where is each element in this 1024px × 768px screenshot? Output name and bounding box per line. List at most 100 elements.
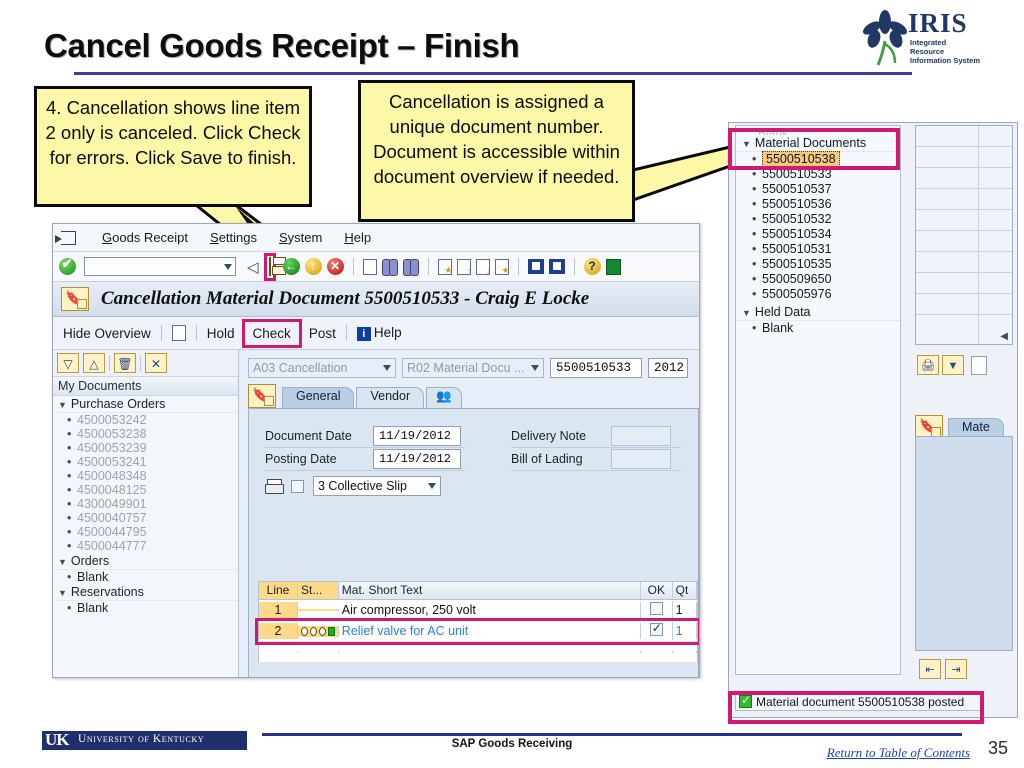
document-number-field[interactable]: 5500510533 [550,358,642,378]
tab-partner[interactable]: 👥 [426,387,462,408]
grid-row [916,168,1012,189]
document-year-field[interactable]: 2012 [648,358,688,378]
tree-item-selected[interactable]: 5500510538 [736,151,900,167]
reference-doc-select[interactable]: R02 Material Docu ... [402,358,544,378]
cell-line: 1 [259,602,298,618]
delete-icon[interactable]: 🗑 [114,353,136,373]
tree-item[interactable]: 5500510533 [736,167,900,182]
tree-group-held-data[interactable]: ▼ Held Data [736,304,900,321]
table-row[interactable]: 2 Relief valve for AC unit 1 [255,618,699,645]
chevron-down-icon[interactable] [224,264,232,270]
first-page-icon[interactable]: ★ [437,258,453,275]
toolbar-divider [352,258,354,275]
return-to-toc-link[interactable]: Return to Table of Contents [827,745,970,761]
save-icon[interactable] [268,256,271,276]
tree-item[interactable]: 5500510532 [736,212,900,227]
import-icon[interactable]: ⇤ [919,659,941,679]
tree-item[interactable]: 4500040757 [53,511,238,525]
last-page-icon[interactable]: ★ [494,258,510,275]
check-button[interactable]: Check [241,318,302,348]
window-menu-icon[interactable] [55,230,76,245]
menu-system[interactable]: System [279,230,322,245]
tree-header-label: My Documents [53,376,238,396]
delivery-note-field[interactable] [611,426,671,446]
document-overview-tree: ▽ △ 🗑 ✕ My Documents ▼Purchase Orders 45… [53,350,239,677]
back-arrow-icon[interactable]: ◁ [247,258,259,276]
tree-item[interactable]: 4500053238 [53,427,238,441]
bookmark-icon[interactable]: 🔖 [61,287,89,311]
tab-general[interactable]: General [282,387,355,408]
scroll-left-icon[interactable]: ◀ [1000,331,1008,342]
hide-overview-button[interactable]: Hide Overview [63,326,151,341]
tree-item[interactable]: 4500048125 [53,483,238,497]
bill-of-lading-field[interactable] [611,449,671,469]
tree-item[interactable]: Blank [53,570,238,584]
ok-checkbox[interactable] [649,622,663,636]
expand-all-icon[interactable]: ▽ [57,353,79,373]
cell-ok[interactable] [641,601,673,619]
exit-green-icon[interactable]: ← [282,258,300,275]
tree-item[interactable]: 5500510537 [736,182,900,197]
print-icon[interactable]: 🖨 [917,355,939,375]
menu-help[interactable]: Help [344,230,371,245]
tree-item[interactable]: 4500044777 [53,539,238,553]
tab-vendor[interactable]: Vendor [356,387,425,408]
export-icon[interactable]: ⇥ [945,659,967,679]
posting-date-field[interactable]: 11/19/2012 [373,449,461,469]
collapse-all-icon[interactable]: △ [83,353,105,373]
back-yellow-icon[interactable]: ↑ [304,258,322,275]
next-page-icon[interactable]: ↓ [475,258,491,276]
document-date-field[interactable]: 11/19/2012 [373,426,461,446]
document-date-label: Document Date [265,429,352,443]
tree-item[interactable]: 5500505976 [736,287,900,302]
tree-item[interactable]: 4500053239 [53,441,238,455]
tree-item[interactable]: 4500044795 [53,525,238,539]
movement-type-select[interactable]: A03 Cancellation [248,358,396,378]
tree-item[interactable]: Blank [736,321,900,336]
help-icon[interactable] [583,258,601,275]
tree-item[interactable]: 5500509650 [736,272,900,287]
table-row[interactable]: 1 Air compressor, 250 volt 1 [258,600,698,621]
enter-check-icon[interactable] [59,256,76,275]
previous-page-icon[interactable]: ↑ [456,258,472,276]
help-button[interactable]: i Help [356,325,402,341]
find-icon[interactable] [381,259,398,276]
tree-group-orders[interactable]: ▼ Orders [53,553,238,570]
sap-gui-window: GGoods Receiptoods Receipt Settings Syst… [52,223,700,678]
new-document-icon[interactable] [171,325,186,341]
find-next-icon[interactable] [402,259,419,276]
info-icon: i [356,327,371,341]
close-icon[interactable]: ✕ [145,353,167,373]
general-tab-panel: Document Date 11/19/2012 Posting Date 11… [248,408,699,677]
cell-ok[interactable] [641,622,673,640]
print-icon[interactable] [362,258,377,275]
hold-button[interactable]: Hold [207,326,235,341]
menu-goods-receipt[interactable]: GGoods Receiptoods Receipt [102,230,188,245]
cancel-red-icon[interactable]: ✕ [326,258,344,275]
tree-item[interactable]: 5500510534 [736,227,900,242]
post-button[interactable]: Post [309,326,336,341]
tree-group-purchase-orders[interactable]: ▼ Purchase Orders [53,396,238,413]
table-row[interactable] [258,642,698,663]
layout-menu-icon[interactable] [605,258,621,275]
ok-checkbox[interactable] [649,602,663,615]
new-session-icon[interactable] [527,259,544,274]
tree-item[interactable]: 5500510535 [736,257,900,272]
tree-group-material-documents[interactable]: ▼ Material Documents [736,135,900,152]
filter-icon[interactable]: ▼ [942,355,964,375]
tree-item[interactable]: 4500053242 [53,413,238,427]
tree-item[interactable]: 4300049901 [53,497,238,511]
tree-item[interactable]: 5500510536 [736,197,900,212]
detail-toggle-icon[interactable]: 🔖 [248,384,276,408]
tree-item[interactable]: 4500048348 [53,469,238,483]
menu-settings[interactable]: Settings [210,230,257,245]
right-input-field[interactable] [971,355,987,375]
tree-item[interactable]: 5500510531 [736,242,900,257]
command-field[interactable] [84,257,236,276]
create-shortcut-icon[interactable] [548,259,565,274]
tree-group-reservations[interactable]: ▼ Reservations [53,584,238,601]
print-checkbox[interactable] [291,479,304,493]
print-version-select[interactable]: 3 Collective Slip [313,476,441,496]
tree-item[interactable]: 4500053241 [53,455,238,469]
tree-item[interactable]: Blank [53,601,238,615]
